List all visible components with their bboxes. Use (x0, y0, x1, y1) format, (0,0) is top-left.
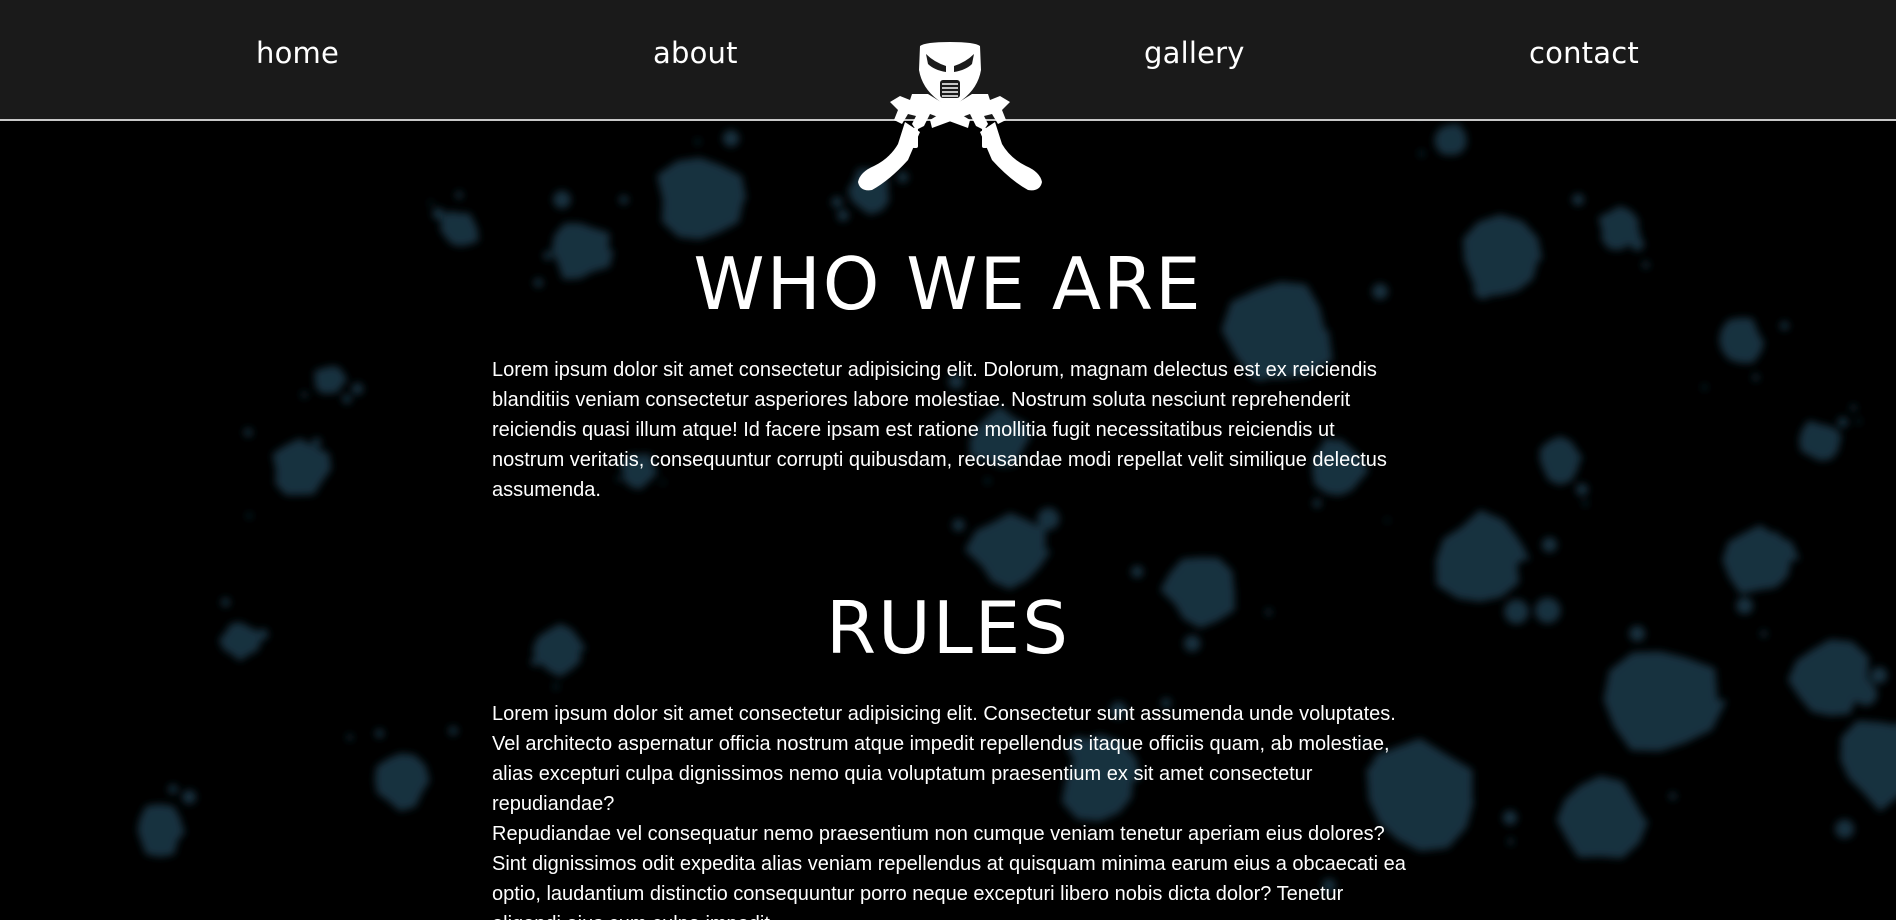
paint-droplet (428, 201, 433, 206)
paint-splat (1722, 524, 1800, 594)
rules-text-paragraph-1: Lorem ipsum dolor sit amet consectetur a… (492, 703, 1396, 815)
paint-splat (440, 211, 479, 247)
paint-droplet (375, 729, 384, 738)
paint-splat (272, 438, 332, 496)
nav-contact-link[interactable]: contact (1529, 36, 1639, 70)
paint-droplet (1856, 418, 1861, 424)
paint-droplet (1850, 404, 1857, 411)
paint-droplet (455, 191, 463, 199)
paint-droplet (1575, 483, 1589, 496)
paint-droplet (182, 790, 197, 804)
paint-droplet (1835, 819, 1855, 839)
paint-droplet (1015, 523, 1037, 544)
rules-heading: RULES (825, 586, 1071, 670)
paint-droplet (1780, 321, 1789, 331)
paint-droplet (1770, 531, 1781, 542)
nav-about-link[interactable]: about (653, 36, 738, 70)
paint-splat (1798, 420, 1843, 461)
paint-droplet (1626, 815, 1632, 822)
paint-splat (314, 366, 348, 394)
who-we-are-text: Lorem ipsum dolor sit amet consectetur a… (492, 359, 1387, 501)
paint-droplet (1752, 374, 1760, 381)
paint-droplet (1418, 150, 1425, 157)
paint-droplet (1385, 518, 1390, 523)
paint-droplet (1764, 566, 1771, 573)
paint-droplet (1582, 500, 1588, 506)
paint-droplet (1507, 838, 1514, 845)
paint-droplet (1837, 417, 1849, 428)
paint-droplet (1499, 539, 1525, 566)
paint-droplet (163, 834, 172, 844)
paint-droplet (432, 207, 445, 220)
paint-droplet (1572, 193, 1584, 206)
paint-droplet (351, 382, 364, 395)
paint-droplet (695, 139, 701, 145)
paint-splat (1556, 775, 1649, 859)
paint-splat (964, 512, 1052, 590)
paint-droplet (722, 130, 740, 147)
paint-splat (137, 804, 187, 857)
paint-droplet (448, 726, 458, 736)
paint-droplet (342, 394, 352, 404)
paint-droplet (1452, 123, 1461, 132)
paintball-logo-icon[interactable] (850, 40, 1050, 195)
who-we-are-heading: WHO WE ARE (693, 242, 1203, 326)
paint-droplet (837, 209, 849, 222)
paint-droplet (346, 734, 353, 741)
paint-droplet (619, 195, 629, 205)
nav-home-link[interactable]: home (256, 36, 339, 70)
paint-droplet (952, 518, 965, 532)
paint-droplet (1467, 233, 1477, 242)
paint-droplet (168, 784, 178, 794)
rules-text-paragraph-2: Repudiandae vel consequatur nemo praesen… (492, 823, 1406, 920)
paint-splat (1603, 651, 1727, 752)
paint-droplet (1854, 682, 1878, 706)
paint-droplet (246, 513, 252, 519)
paint-splat (1840, 720, 1896, 812)
paint-droplet (831, 196, 843, 208)
paint-droplet (553, 683, 559, 690)
paint-droplet (243, 428, 253, 437)
paint-droplet (1541, 537, 1558, 553)
paint-splat (656, 157, 747, 240)
paint-droplet (553, 190, 571, 209)
paint-droplet (312, 437, 322, 447)
paint-splat (1434, 124, 1468, 156)
paint-splat (374, 753, 431, 812)
nav-gallery-link[interactable]: gallery (1144, 36, 1245, 70)
paint-droplet (1502, 810, 1518, 825)
paint-droplet (301, 391, 308, 398)
paint-droplet (1669, 792, 1677, 800)
paint-droplet (1702, 384, 1708, 390)
paint-droplet (1037, 507, 1060, 530)
paint-droplet (1574, 466, 1579, 471)
paint-droplet (1870, 667, 1888, 684)
paint-splat (1539, 436, 1584, 486)
page: home about gallery contact WHO WE ARE Lo… (0, 0, 1896, 920)
paint-droplet (1131, 565, 1144, 578)
paint-splat (1719, 317, 1765, 364)
